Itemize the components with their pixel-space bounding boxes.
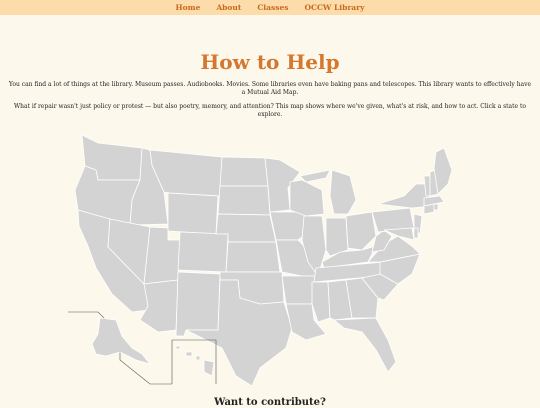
state-wisconsin[interactable] bbox=[289, 179, 325, 217]
state-new-mexico[interactable] bbox=[175, 271, 221, 337]
state-hawaii[interactable] bbox=[175, 345, 215, 377]
state-south-dakota[interactable] bbox=[217, 185, 271, 216]
state-delaware[interactable] bbox=[413, 227, 419, 239]
state-wyoming[interactable] bbox=[167, 192, 219, 235]
state-arkansas[interactable] bbox=[281, 275, 317, 305]
us-states-map bbox=[68, 134, 453, 387]
state-mississippi[interactable] bbox=[311, 281, 331, 323]
state-kansas[interactable] bbox=[225, 241, 281, 273]
state-alaska[interactable] bbox=[91, 317, 152, 365]
state-colorado[interactable] bbox=[177, 231, 229, 273]
state-florida[interactable] bbox=[332, 317, 397, 373]
state-utah[interactable] bbox=[143, 226, 181, 285]
state-rhode-island[interactable] bbox=[433, 203, 439, 211]
state-indiana[interactable] bbox=[325, 217, 349, 257]
state-ohio[interactable] bbox=[345, 211, 377, 251]
state-north-dakota[interactable] bbox=[219, 156, 269, 187]
hawaii-inset bbox=[171, 339, 217, 384]
contribute-heading: Want to contribute? bbox=[214, 397, 326, 408]
state-maine[interactable] bbox=[433, 147, 453, 195]
